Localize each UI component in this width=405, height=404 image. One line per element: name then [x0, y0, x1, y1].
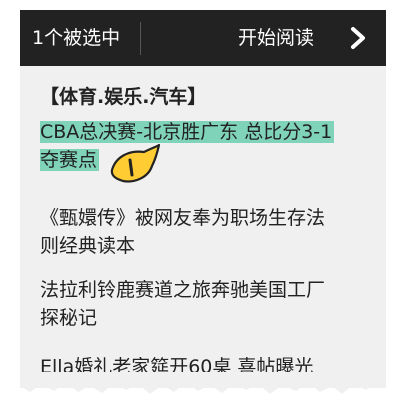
list-item-text-line: 探秘记: [40, 307, 98, 329]
selection-handle-icon[interactable]: [108, 144, 160, 184]
selection-action-bar: 1个被选中 开始阅读: [20, 10, 386, 66]
section-heading: 【体育.娱乐.汽车】: [40, 86, 207, 108]
selection-count-label: 1个被选中: [32, 27, 121, 49]
list-item-text-line: 法拉利铃鹿赛道之旅奔驰美国工厂: [40, 279, 326, 301]
app-screen: 1个被选中 开始阅读 【体育.娱乐.汽车】 CBA总决赛-北京胜广东 总比分3-…: [20, 10, 386, 388]
list-item[interactable]: 法拉利铃鹿赛道之旅奔驰美国工厂 探秘记: [40, 276, 370, 332]
selected-text-line: 夺赛点: [40, 149, 100, 171]
list-item[interactable]: 《甄嬛传》被网友奉为职场生存法 则经典读本: [40, 204, 370, 260]
action-bar-divider: [140, 22, 141, 55]
chevron-right-icon: [351, 27, 365, 49]
article-list: 【体育.娱乐.汽车】 CBA总决赛-北京胜广东 总比分3-1 夺赛点 《甄嬛传》…: [20, 66, 386, 388]
selected-text-line: CBA总决赛-北京胜广东 总比分3-1: [40, 121, 335, 143]
start-reading-button[interactable]: 开始阅读: [238, 20, 386, 56]
torn-paper-edge: [20, 372, 386, 394]
start-reading-label: 开始阅读: [238, 27, 315, 49]
list-item-text-line: 则经典读本: [40, 235, 136, 257]
list-item-selected[interactable]: CBA总决赛-北京胜广东 总比分3-1 夺赛点: [40, 118, 370, 174]
screenshot-canvas: 1个被选中 开始阅读 【体育.娱乐.汽车】 CBA总决赛-北京胜广东 总比分3-…: [0, 0, 405, 404]
list-item-text-line: 《甄嬛传》被网友奉为职场生存法: [40, 207, 326, 229]
